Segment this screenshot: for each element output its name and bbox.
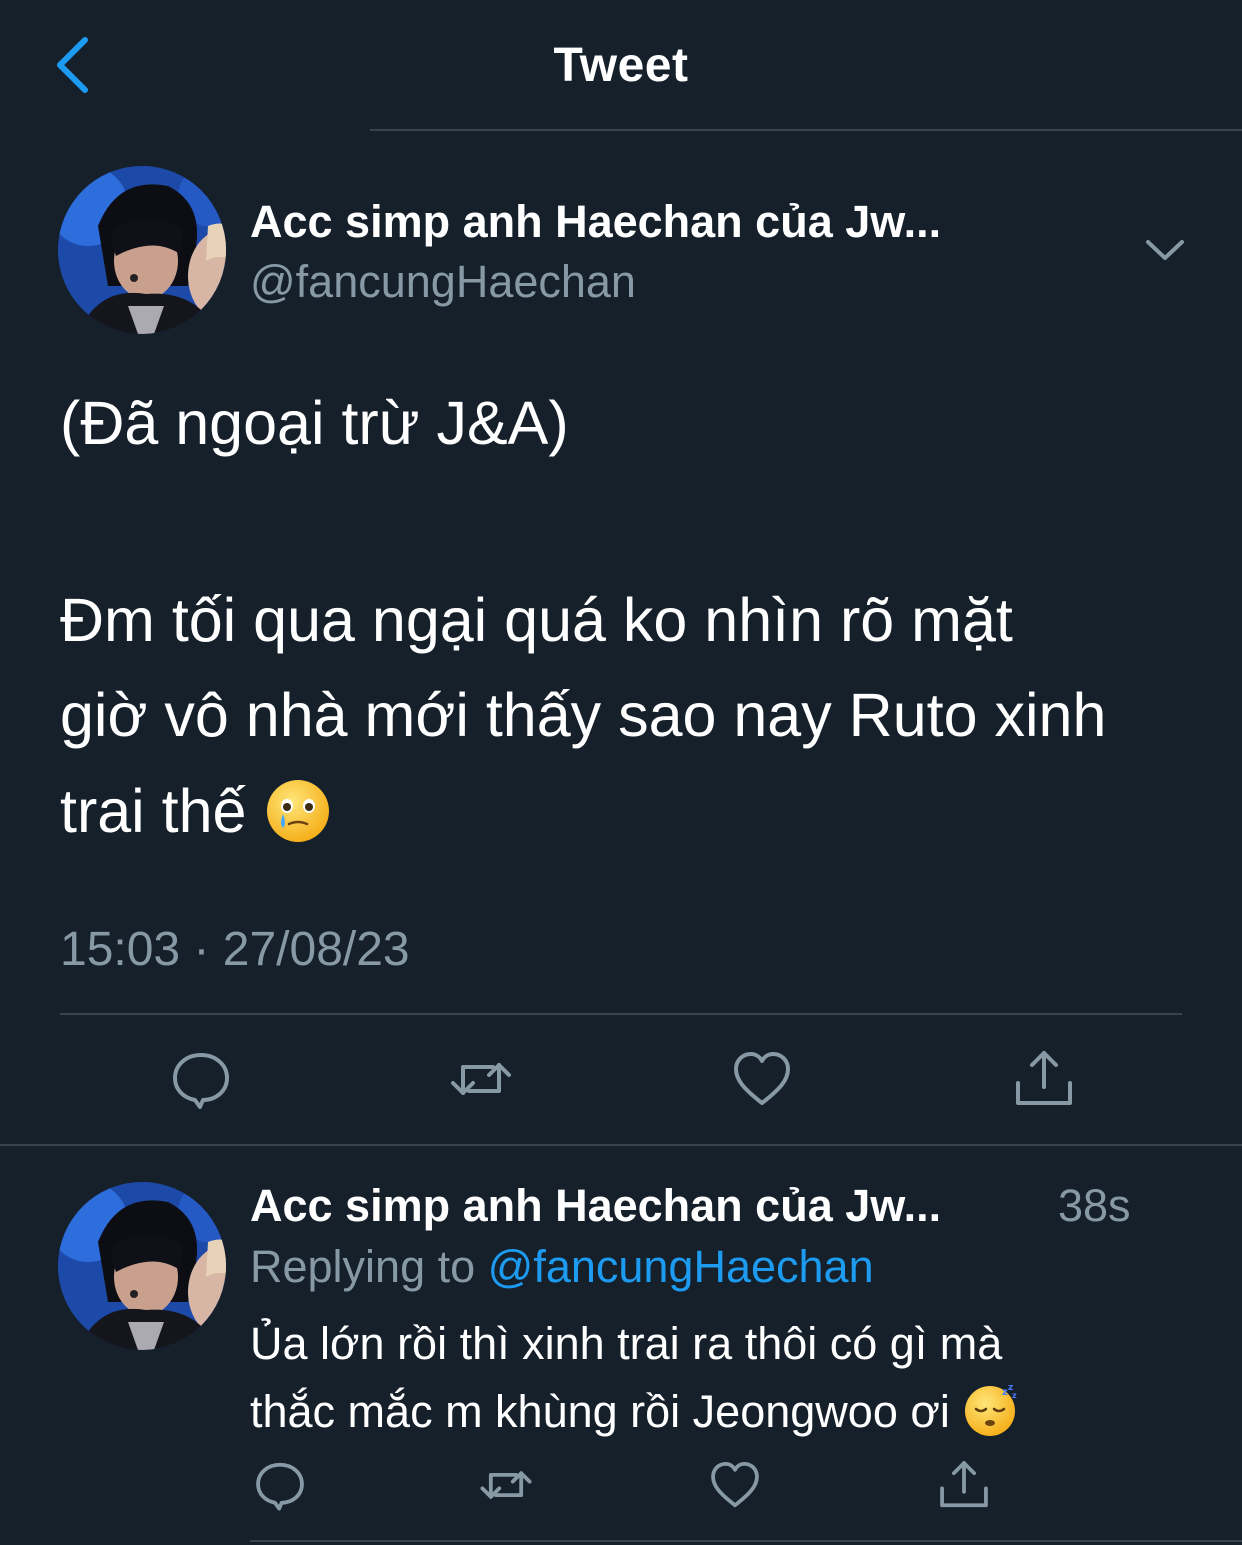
- more-options-button[interactable]: [1140, 230, 1190, 270]
- retweet-icon: [451, 1063, 511, 1095]
- avatar-photo: [58, 166, 226, 334]
- replying-to-label: Replying to: [250, 1241, 488, 1292]
- like-button[interactable]: [708, 1458, 762, 1512]
- like-button[interactable]: [730, 1047, 794, 1111]
- avatar-photo: [58, 1182, 226, 1350]
- share-icon: [940, 1461, 988, 1508]
- replying-to: Replying to @fancungHaechan: [250, 1241, 874, 1293]
- retweet-button[interactable]: [449, 1047, 513, 1111]
- holding-back-tears-emoji-icon: [265, 778, 331, 844]
- chevron-down-icon: [1146, 240, 1184, 260]
- tweet-text-line: trai thế: [60, 777, 247, 845]
- reply-bubble-icon: [256, 1462, 304, 1511]
- author-name[interactable]: Acc simp anh Haechan của Jw...: [250, 196, 941, 248]
- tweet-text-line: (Đã ngoại trừ J&A): [60, 389, 569, 457]
- divider: [60, 1013, 1182, 1015]
- divider: [250, 1540, 1242, 1542]
- reply-text-line: Ủa lớn rồi thì xinh trai ra thôi có gì m…: [250, 1318, 1003, 1369]
- heart-icon: [734, 1052, 790, 1105]
- retweet-icon: [480, 1471, 532, 1499]
- share-icon: [1016, 1051, 1072, 1105]
- heart-icon: [711, 1462, 759, 1508]
- header-divider: [370, 129, 1242, 131]
- reply-button[interactable]: [169, 1047, 233, 1111]
- reply-author-name[interactable]: Acc simp anh Haechan của Jw...: [250, 1180, 941, 1232]
- mention-link[interactable]: @fancungHaechan: [488, 1241, 874, 1292]
- reply-bubble-icon: [173, 1053, 229, 1109]
- tweet-text-last-line: trai thế: [60, 776, 331, 846]
- reply-text-last-line: thắc mắc m khùng rồi Jeongwoo ơi z z z: [250, 1381, 1020, 1438]
- tweet-text-line: giờ vô nhà mới thấy sao nay Ruto xinh: [60, 681, 1107, 749]
- reply-button[interactable]: [253, 1458, 307, 1512]
- reply-time: 38s: [1058, 1180, 1131, 1231]
- author-handle[interactable]: @fancungHaechan: [250, 256, 636, 308]
- share-button[interactable]: [937, 1458, 991, 1512]
- divider: [0, 1144, 1242, 1146]
- tweet-text-line: Đm tối qua ngại quá ko nhìn rõ mặt: [60, 586, 1013, 654]
- sleeping-face-emoji-icon: z z z: [964, 1381, 1020, 1437]
- share-button[interactable]: [1012, 1047, 1076, 1111]
- svg-text:z: z: [1012, 1391, 1017, 1400]
- tweet-timestamp[interactable]: 15:03 · 27/08/23: [60, 922, 410, 977]
- avatar[interactable]: [58, 166, 226, 334]
- page-title: Tweet: [553, 39, 689, 92]
- reply-text-line: thắc mắc m khùng rồi Jeongwoo ơi: [250, 1386, 950, 1437]
- retweet-button[interactable]: [479, 1458, 533, 1512]
- reply-avatar[interactable]: [58, 1182, 226, 1350]
